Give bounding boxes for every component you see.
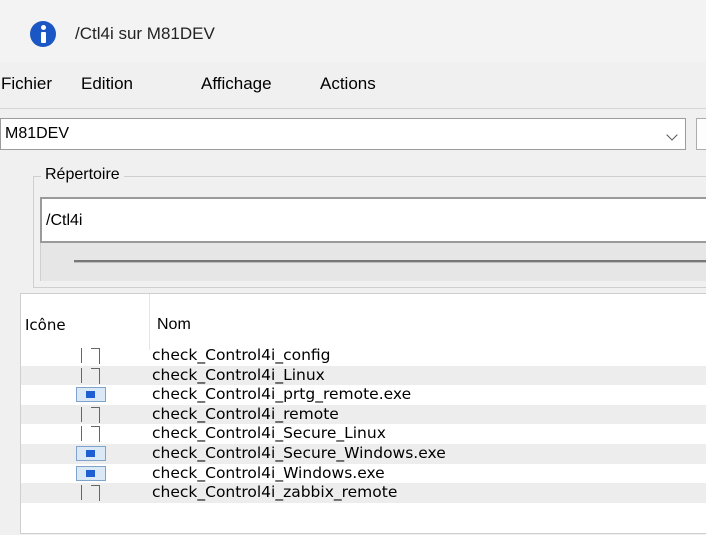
table-row[interactable]: check_Control4i_remote xyxy=(21,404,706,425)
server-dropdown[interactable]: M81DEV xyxy=(0,118,686,150)
file-name: check_Control4i_Linux xyxy=(152,365,325,384)
document-icon xyxy=(73,484,109,502)
file-name: check_Control4i_Windows.exe xyxy=(152,463,385,482)
executable-icon xyxy=(73,386,109,403)
directory-group-label: Répertoire xyxy=(41,166,124,184)
file-list[interactable]: Icône Nom check_Control4i_config check_Co… xyxy=(20,293,706,534)
file-name: check_Control4i_Secure_Linux xyxy=(152,424,386,443)
menu-fichier[interactable]: Fichier xyxy=(1,74,52,94)
file-name: check_Control4i_Secure_Windows.exe xyxy=(152,443,446,462)
document-icon xyxy=(73,367,109,384)
side-button[interactable] xyxy=(696,118,706,150)
menu-bar: Fichier Edition Affichage Actions xyxy=(0,62,706,108)
document-icon xyxy=(73,347,109,364)
table-row[interactable]: check_Control4i_prtg_remote.exe xyxy=(21,385,706,405)
table-row[interactable]: check_Control4i_Windows.exe xyxy=(21,464,706,484)
window-title: /Ctl4i sur M81DEV xyxy=(75,24,215,43)
table-row[interactable]: check_Control4i_config xyxy=(21,346,706,366)
column-header-icon[interactable]: Icône xyxy=(21,294,150,350)
document-icon xyxy=(73,425,109,443)
executable-icon xyxy=(73,465,109,482)
file-name: check_Control4i_config xyxy=(152,346,331,364)
document-icon xyxy=(73,406,109,423)
directory-path-value: /Ctl4i xyxy=(46,212,83,229)
table-row[interactable]: check_Control4i_Secure_Windows.exe xyxy=(21,443,706,464)
directory-path-field[interactable]: /Ctl4i xyxy=(40,197,706,243)
title-bar: /Ctl4i sur M81DEV xyxy=(0,0,706,62)
menu-edition[interactable]: Edition xyxy=(81,74,133,94)
menu-affichage[interactable]: Affichage xyxy=(201,74,272,94)
file-name: check_Control4i_prtg_remote.exe xyxy=(152,385,412,404)
menu-actions[interactable]: Actions xyxy=(320,74,376,94)
table-row[interactable]: check_Control4i_zabbix_remote xyxy=(21,483,706,503)
table-row[interactable]: check_Control4i_Linux xyxy=(21,365,706,386)
info-icon xyxy=(30,21,56,47)
table-row[interactable]: check_Control4i_Secure_Linux xyxy=(21,424,706,444)
chevron-down-icon[interactable] xyxy=(666,129,678,141)
progress-bar xyxy=(74,260,706,263)
file-name: check_Control4i_zabbix_remote xyxy=(152,483,398,502)
column-header-name[interactable]: Nom xyxy=(150,294,706,350)
executable-icon xyxy=(73,445,109,462)
file-rows: check_Control4i_config check_Control4i_Li… xyxy=(21,346,706,503)
server-selected-value: M81DEV xyxy=(5,125,70,142)
file-name: check_Control4i_remote xyxy=(152,404,339,423)
